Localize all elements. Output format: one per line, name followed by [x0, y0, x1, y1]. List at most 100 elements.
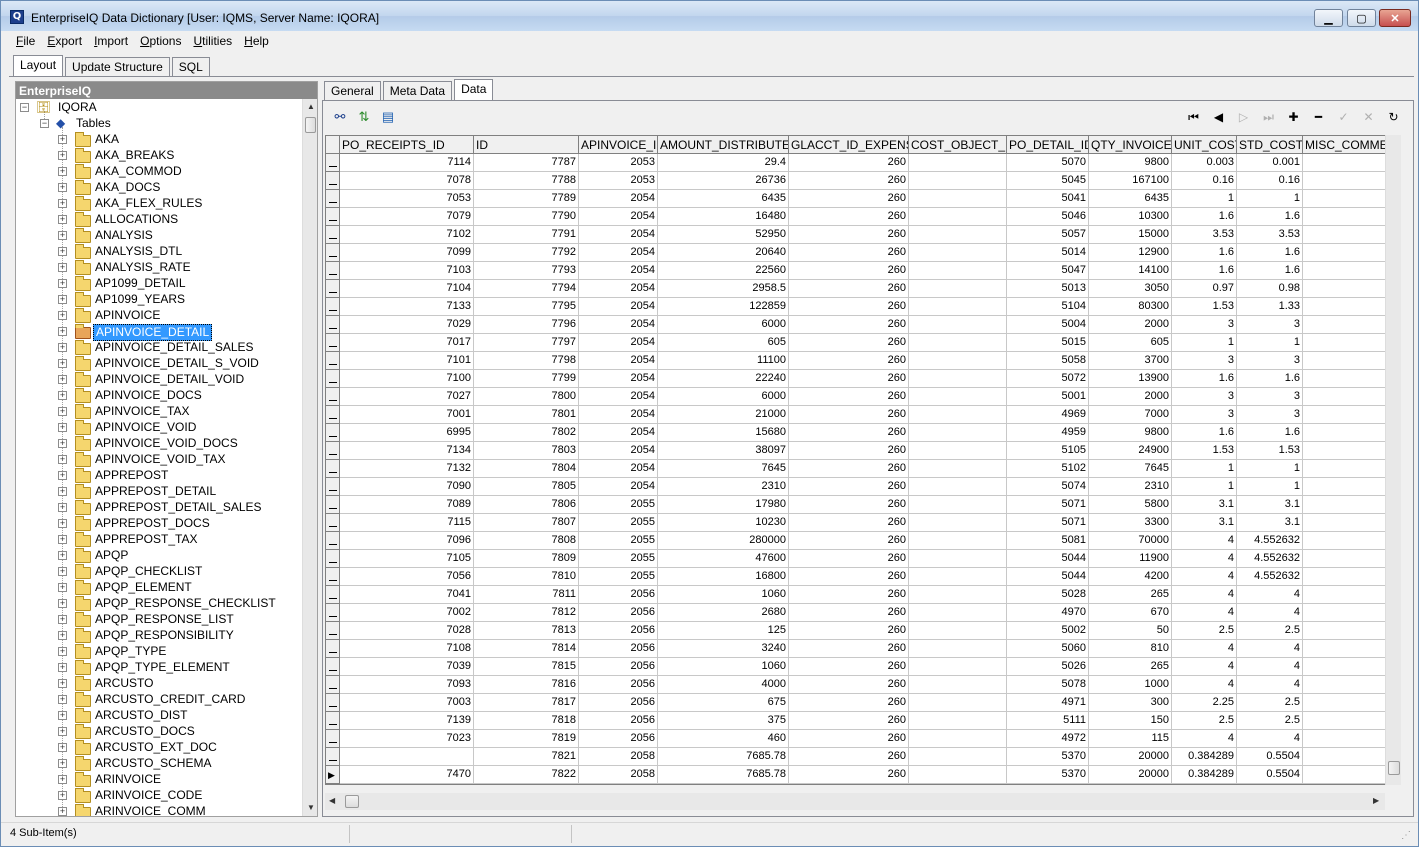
- table-row[interactable]: 7089 7806 2055 17980 260 5071 5800 3.1 3.1: [326, 496, 1400, 514]
- grid-cell[interactable]: 7105: [340, 550, 474, 568]
- grid-cell[interactable]: 7800: [474, 388, 579, 406]
- expand-toggle-icon[interactable]: +: [58, 551, 67, 560]
- row-indicator[interactable]: [326, 442, 340, 460]
- tree-item-table[interactable]: + APINVOICE_DOCS: [16, 388, 301, 404]
- grid-cell[interactable]: 2054: [579, 190, 658, 208]
- grid-cell[interactable]: 2055: [579, 550, 658, 568]
- grid-cell[interactable]: 7017: [340, 334, 474, 352]
- tree-item-table[interactable]: + ALLOCATIONS: [16, 212, 301, 228]
- grid-cell[interactable]: 6995: [340, 424, 474, 442]
- row-indicator[interactable]: [326, 604, 340, 622]
- grid-cell[interactable]: 7818: [474, 712, 579, 730]
- table-row[interactable]: 7114 7787 2053 29.4 260 5070 9800 0.003 0.001: [326, 154, 1400, 172]
- grid-cell[interactable]: 2055: [579, 568, 658, 586]
- grid-cell[interactable]: 5070: [1007, 154, 1089, 172]
- grid-cell[interactable]: 605: [658, 334, 789, 352]
- grid-cell[interactable]: 4969: [1007, 406, 1089, 424]
- prior-record-icon[interactable]: ◀: [1206, 109, 1231, 125]
- tree-item-table[interactable]: + APQP: [16, 548, 301, 564]
- table-row[interactable]: 7002 7812 2056 2680 260 4970 670 4 4: [326, 604, 1400, 622]
- tree-scroll-thumb[interactable]: [305, 117, 316, 133]
- tab-update-structure[interactable]: Update Structure: [65, 57, 170, 76]
- grid-cell[interactable]: 5370: [1007, 748, 1089, 766]
- grid-cell[interactable]: 7789: [474, 190, 579, 208]
- column-header[interactable]: STD_COST: [1237, 136, 1303, 154]
- row-indicator[interactable]: [326, 640, 340, 658]
- grid-cell[interactable]: 16480: [658, 208, 789, 226]
- grid-cell[interactable]: 1.6: [1237, 244, 1303, 262]
- row-indicator[interactable]: [326, 550, 340, 568]
- grid-cell[interactable]: 260: [789, 154, 909, 172]
- tree-item-table[interactable]: + ARCUSTO_EXT_DOC: [16, 740, 301, 756]
- table-row[interactable]: 7821 2058 7685.78 260 5370 20000 0.384289 0.550…: [326, 748, 1400, 766]
- grid-cell[interactable]: 260: [789, 334, 909, 352]
- grid-cell[interactable]: 2054: [579, 442, 658, 460]
- table-row[interactable]: 7133 7795 2054 122859 260 5104 80300 1.53 1.33: [326, 298, 1400, 316]
- row-indicator[interactable]: [326, 730, 340, 748]
- first-record-icon[interactable]: ⏮: [1181, 109, 1206, 125]
- grid-cell[interactable]: 2054: [579, 334, 658, 352]
- table-row[interactable]: 7104 7794 2054 2958.5 260 5013 3050 0.97 0.98: [326, 280, 1400, 298]
- grid-cell[interactable]: 0.98: [1237, 280, 1303, 298]
- last-record-icon[interactable]: ⏭: [1256, 109, 1281, 125]
- grid-cell[interactable]: [340, 748, 474, 766]
- grid-cell[interactable]: 4: [1237, 730, 1303, 748]
- grid-cell[interactable]: [909, 334, 1007, 352]
- grid-cell[interactable]: 7027: [340, 388, 474, 406]
- grid-cell[interactable]: 3: [1172, 388, 1237, 406]
- grid-cell[interactable]: [909, 586, 1007, 604]
- grid-cell[interactable]: 7139: [340, 712, 474, 730]
- table-row[interactable]: 7090 7805 2054 2310 260 5074 2310 1 1: [326, 478, 1400, 496]
- row-indicator[interactable]: [326, 406, 340, 424]
- grid-cell[interactable]: 10230: [658, 514, 789, 532]
- expand-toggle-icon[interactable]: +: [58, 279, 67, 288]
- expand-toggle-icon[interactable]: +: [58, 535, 67, 544]
- grid-cell[interactable]: [909, 676, 1007, 694]
- tree-item-table[interactable]: + AKA_COMMOD: [16, 164, 301, 180]
- tree-item-table[interactable]: + APINVOICE: [16, 308, 301, 324]
- grid-cell[interactable]: 3.1: [1172, 496, 1237, 514]
- grid-cell[interactable]: 4: [1172, 604, 1237, 622]
- tree-item-table[interactable]: + APPREPOST_DETAIL_SALES: [16, 500, 301, 516]
- close-button[interactable]: ✕: [1379, 9, 1411, 27]
- grid-cell[interactable]: 810: [1089, 640, 1172, 658]
- grid-cell[interactable]: 1.6: [1237, 208, 1303, 226]
- grid-cell[interactable]: 2055: [579, 514, 658, 532]
- grid-cell[interactable]: 1: [1237, 190, 1303, 208]
- form-view-icon[interactable]: ▤: [379, 109, 397, 125]
- row-indicator[interactable]: [326, 226, 340, 244]
- grid-cell[interactable]: 2055: [579, 532, 658, 550]
- grid-cell[interactable]: 7806: [474, 496, 579, 514]
- expand-toggle-icon[interactable]: +: [58, 775, 67, 784]
- row-indicator[interactable]: [326, 316, 340, 334]
- table-row[interactable]: 7056 7810 2055 16800 260 5044 4200 4 4.552632: [326, 568, 1400, 586]
- grid-cell[interactable]: 7795: [474, 298, 579, 316]
- grid-cell[interactable]: [909, 388, 1007, 406]
- row-indicator[interactable]: [326, 532, 340, 550]
- grid-cell[interactable]: 2000: [1089, 388, 1172, 406]
- grid-cell[interactable]: 260: [789, 766, 909, 784]
- grid-cell[interactable]: 5074: [1007, 478, 1089, 496]
- expand-toggle-icon[interactable]: +: [58, 263, 67, 272]
- grid-cell[interactable]: 24900: [1089, 442, 1172, 460]
- grid-cell[interactable]: 7028: [340, 622, 474, 640]
- grid-cell[interactable]: 4.552632: [1237, 532, 1303, 550]
- expand-toggle-icon[interactable]: +: [58, 375, 67, 384]
- grid-cell[interactable]: 6000: [658, 388, 789, 406]
- grid-cell[interactable]: 2056: [579, 730, 658, 748]
- grid-cell[interactable]: 2054: [579, 226, 658, 244]
- grid-cell[interactable]: 7804: [474, 460, 579, 478]
- grid-cell[interactable]: [909, 532, 1007, 550]
- expand-toggle-icon[interactable]: +: [58, 487, 67, 496]
- grid-cell[interactable]: [909, 748, 1007, 766]
- grid-cell[interactable]: 70000: [1089, 532, 1172, 550]
- expand-toggle-icon[interactable]: +: [58, 599, 67, 608]
- grid-cell[interactable]: 2053: [579, 154, 658, 172]
- grid-cell[interactable]: 2055: [579, 496, 658, 514]
- grid-cell[interactable]: 7132: [340, 460, 474, 478]
- grid-cell[interactable]: 260: [789, 658, 909, 676]
- grid-cell[interactable]: 3.1: [1237, 496, 1303, 514]
- grid-cell[interactable]: 5060: [1007, 640, 1089, 658]
- grid-cell[interactable]: [909, 244, 1007, 262]
- grid-cell[interactable]: 5072: [1007, 370, 1089, 388]
